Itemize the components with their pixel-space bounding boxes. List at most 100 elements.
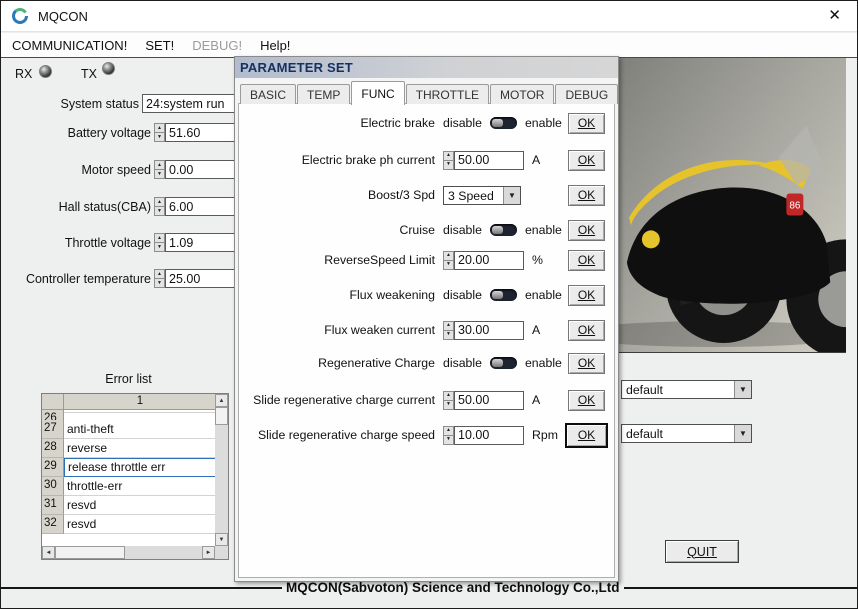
spin-down-icon[interactable]: ▼ (154, 133, 165, 142)
ok-label: OK (577, 393, 596, 407)
spin-down-icon[interactable]: ▼ (443, 330, 454, 340)
unit-label: A (532, 393, 541, 407)
motor-speed-spinner: ▲ ▼ (154, 160, 235, 179)
tab-temp[interactable]: TEMP (297, 84, 351, 104)
hall-status-input[interactable] (165, 197, 235, 216)
ok-label: OK (577, 288, 596, 302)
throttle-voltage-label: Throttle voltage (64, 235, 151, 250)
throttle-voltage-input[interactable] (165, 233, 235, 252)
disable-label: disable (443, 288, 482, 302)
error-list-title: Error list (105, 372, 152, 386)
horizontal-scroll-thumb[interactable] (55, 546, 125, 559)
regenerative-charge-row: Regenerative Charge disable enable OK (240, 351, 615, 375)
spin-up-icon[interactable]: ▲ (154, 197, 165, 207)
close-icon[interactable]: ✕ (828, 8, 841, 23)
spin-up-icon[interactable]: ▲ (443, 320, 454, 331)
controller-temperature-input[interactable] (165, 269, 235, 288)
horizontal-scrollbar[interactable]: ◄ ► (42, 546, 215, 559)
ok-button[interactable]: OK (568, 112, 605, 134)
spin-up-icon[interactable]: ▲ (443, 150, 454, 161)
ok-button[interactable]: OK (568, 352, 605, 374)
slide-regen-speed-input[interactable] (454, 425, 524, 445)
tx-label: TX (81, 67, 97, 81)
spin-down-icon[interactable]: ▼ (443, 435, 454, 445)
row-text: resvd (64, 515, 216, 534)
table-row[interactable]: 27 anti-theft (42, 420, 228, 439)
tab-motor[interactable]: MOTOR (490, 84, 555, 104)
reverse-speed-limit-input[interactable] (454, 250, 524, 270)
error-column-header: 1 (64, 394, 216, 410)
battery-voltage-row: Battery voltage ▲ ▼ (1, 123, 235, 142)
motor-speed-input[interactable] (165, 160, 235, 179)
rx-led-indicator (39, 65, 52, 78)
ok-button[interactable]: OK (568, 249, 605, 271)
quit-button[interactable]: QUIT (665, 540, 739, 563)
ok-button[interactable]: OK (568, 389, 605, 411)
table-row[interactable]: 30 throttle-err (42, 477, 228, 496)
tx-led-indicator (102, 62, 115, 75)
spin-down-icon[interactable]: ▼ (443, 260, 454, 270)
chevron-down-icon[interactable]: ▼ (503, 186, 520, 204)
menu-help[interactable]: Help! (251, 35, 299, 56)
profile-dropdown-2[interactable]: default ▼ (621, 424, 752, 443)
profile-dropdown-1[interactable]: default ▼ (621, 380, 752, 399)
table-row-selected[interactable]: 29 release throttle err (42, 458, 228, 477)
toggle-knob (491, 359, 503, 367)
spin-up-icon[interactable]: ▲ (443, 390, 454, 401)
menu-communication[interactable]: COMMUNICATION! (3, 35, 136, 56)
vertical-scrollbar[interactable]: ▲ ▼ (215, 394, 228, 546)
scroll-right-icon[interactable]: ► (202, 546, 215, 559)
enable-label: enable (524, 223, 562, 237)
spin-down-icon[interactable]: ▼ (154, 243, 165, 252)
spin-up-icon[interactable]: ▲ (443, 250, 454, 261)
electric-brake-toggle[interactable] (489, 117, 517, 129)
cruise-toggle[interactable] (489, 224, 517, 236)
disable-label: disable (443, 356, 482, 370)
scroll-down-icon[interactable]: ▼ (215, 533, 228, 546)
unit-label: A (532, 323, 541, 337)
flux-weaken-current-input[interactable] (454, 320, 524, 340)
ok-button[interactable]: OK (568, 149, 605, 171)
vertical-scroll-thumb[interactable] (215, 407, 228, 425)
flux-weakening-toggle[interactable] (489, 289, 517, 301)
row-text-editing[interactable]: release throttle err (64, 458, 216, 477)
ok-button[interactable]: OK (568, 284, 605, 306)
slide-regen-current-input[interactable] (454, 390, 524, 410)
spin-down-icon[interactable]: ▼ (154, 170, 165, 179)
spin-down-icon[interactable]: ▼ (443, 160, 454, 170)
spin-down-icon[interactable]: ▼ (154, 207, 165, 216)
ok-button[interactable]: OK (568, 319, 605, 341)
spin-up-icon[interactable]: ▲ (154, 123, 165, 133)
spin-down-icon[interactable]: ▼ (154, 279, 165, 288)
ok-button[interactable]: OK (568, 184, 605, 206)
spin-down-icon[interactable]: ▼ (443, 400, 454, 410)
tab-func[interactable]: FUNC (351, 81, 405, 105)
scroll-left-icon[interactable]: ◄ (42, 546, 55, 559)
toggle-knob (491, 119, 503, 127)
boost-mode-dropdown[interactable]: 3 Speed ▼ (443, 185, 521, 205)
battery-voltage-input[interactable] (165, 123, 235, 142)
tab-throttle[interactable]: THROTTLE (405, 84, 490, 104)
table-row[interactable]: 32 resvd (42, 515, 228, 534)
chevron-down-icon[interactable]: ▼ (734, 381, 751, 398)
table-row[interactable]: 26 (42, 410, 228, 420)
spin-up-icon[interactable]: ▲ (154, 233, 165, 243)
electric-brake-current-input[interactable] (454, 150, 524, 170)
spin-up-icon[interactable]: ▲ (154, 269, 165, 279)
regenerative-charge-toggle[interactable] (489, 357, 517, 369)
scroll-up-icon[interactable]: ▲ (215, 394, 228, 407)
tab-basic[interactable]: BASIC (240, 84, 297, 104)
electric-brake-current-row: Electric brake ph current ▲ ▼ A OK (240, 148, 615, 172)
spin-up-icon[interactable]: ▲ (154, 160, 165, 170)
reverse-speed-limit-row: ReverseSpeed Limit ▲ ▼ % OK (240, 248, 615, 272)
spin-up-icon[interactable]: ▲ (443, 425, 454, 436)
table-row[interactable]: 28 reverse (42, 439, 228, 458)
menu-set[interactable]: SET! (136, 35, 183, 56)
tab-debug[interactable]: DEBUG (555, 84, 619, 104)
row-number: 32 (42, 515, 64, 534)
ok-button-default[interactable]: OK (565, 422, 608, 448)
table-row[interactable]: 31 resvd (42, 496, 228, 515)
ok-button[interactable]: OK (568, 219, 605, 241)
param-label: Cruise (399, 223, 435, 237)
chevron-down-icon[interactable]: ▼ (734, 425, 751, 442)
